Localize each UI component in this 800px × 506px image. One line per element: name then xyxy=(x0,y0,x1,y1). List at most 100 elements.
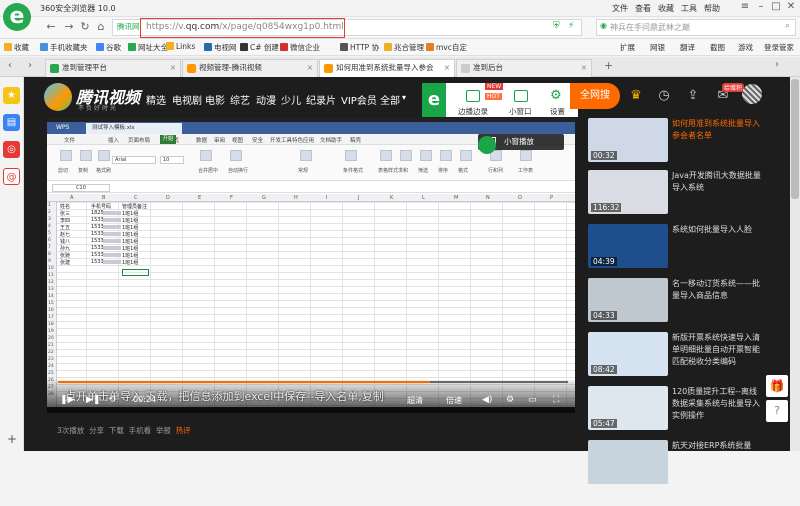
quality-button[interactable]: 超清 xyxy=(407,395,423,406)
tab-item[interactable]: 准到管理平台 × xyxy=(45,59,181,77)
nav-anime[interactable]: 动漫 xyxy=(256,92,276,107)
bookmark-right-bank[interactable]: 网银 xyxy=(650,42,665,53)
playlist-title[interactable]: 航天对接ERP系统批量 xyxy=(672,440,762,452)
bookmark-right-games[interactable]: 游戏 xyxy=(738,42,753,53)
tab-close-icon[interactable]: × xyxy=(444,60,450,76)
new-tab-icon[interactable]: + xyxy=(604,59,613,72)
record-icon[interactable] xyxy=(466,90,480,102)
playlist-thumbnail[interactable] xyxy=(588,440,668,484)
download-link[interactable]: 下载 xyxy=(109,426,124,435)
bookmark-item[interactable]: 手机收藏夹 xyxy=(40,42,88,53)
nav-movies[interactable]: 电影 xyxy=(205,92,225,107)
minimize-icon[interactable]: – xyxy=(754,1,768,12)
tab-list-menu-icon[interactable]: › xyxy=(775,59,779,70)
tab-item[interactable]: 准到后台 × xyxy=(456,59,592,77)
bookmark-item[interactable]: 谷歌 xyxy=(96,42,121,53)
email-icon[interactable]: @ xyxy=(3,168,20,185)
maximize-icon[interactable]: □ xyxy=(769,1,783,12)
bookmark-right-screenshot[interactable]: 截图 xyxy=(710,42,725,53)
menu-help[interactable]: 帮助 xyxy=(704,3,720,14)
plugin-settings-label[interactable]: 设置 xyxy=(550,106,565,117)
tabs-left-scroll-icon[interactable]: ‹ xyxy=(8,60,12,71)
playlist-title[interactable]: Java开发腾讯大数据批量导入系统 xyxy=(672,170,762,194)
menu-icon[interactable]: ≡ xyxy=(738,1,752,12)
nav-vip[interactable]: VIP会员 xyxy=(341,92,377,107)
sidebar-add-icon[interactable]: + xyxy=(7,432,17,446)
mini-window-icon[interactable] xyxy=(514,90,528,102)
history-icon[interactable]: ◷ xyxy=(656,88,672,104)
speed-icon[interactable]: ⚡ xyxy=(568,21,574,31)
nav-all-chevron-icon[interactable]: ▾ xyxy=(402,93,406,102)
nav-documentary[interactable]: 纪录片 xyxy=(306,92,336,107)
playlist-title[interactable]: 名一移动订货系统——批量导入商品信息 xyxy=(672,278,762,302)
nav-all[interactable]: 全部 xyxy=(380,92,400,107)
notes-icon[interactable]: ▤ xyxy=(3,114,20,131)
scrollbar-thumb[interactable] xyxy=(791,79,799,199)
bookmark-item[interactable]: 微信企业 xyxy=(280,42,320,53)
wps-redacted-cell xyxy=(103,246,121,250)
bookmark-item[interactable]: mvc自定 xyxy=(426,42,467,53)
search-icon[interactable]: ⌕ xyxy=(785,21,790,31)
bookmark-item[interactable]: 兆合管理 xyxy=(384,42,424,53)
tab-close-icon[interactable]: × xyxy=(170,60,176,76)
volume-icon[interactable]: ◀) xyxy=(482,395,492,405)
bookmark-item[interactable]: 收藏 xyxy=(4,42,29,53)
nav-kids[interactable]: 少儿 xyxy=(281,92,301,107)
gift-icon[interactable]: 🎁 xyxy=(766,375,788,397)
close-icon[interactable]: ✕ xyxy=(784,1,798,12)
playlist-item[interactable]: 航天对接ERP系统批量 xyxy=(588,440,768,506)
bookmark-right-login[interactable]: 登录管家 xyxy=(764,42,794,53)
play-icon[interactable]: ❚▶ xyxy=(60,395,74,405)
hot-comments-link[interactable]: 热评 xyxy=(176,426,191,435)
vip-crown-icon[interactable]: ♛ xyxy=(628,88,644,104)
back-icon[interactable]: ← xyxy=(44,20,58,34)
bookmark-item[interactable]: 电视网 xyxy=(204,42,237,53)
share-link[interactable]: 分享 xyxy=(89,426,104,435)
nav-tv[interactable]: 电视剧 xyxy=(172,92,202,107)
tabs-right-scroll-icon[interactable]: › xyxy=(28,60,32,71)
refresh-icon[interactable]: ↻ xyxy=(78,20,92,34)
favorites-star-icon[interactable]: ★ xyxy=(3,87,20,104)
playlist-title[interactable]: 120质量提升工程--离线数据采集系统与批量导入实例操作 xyxy=(672,386,762,422)
menu-view[interactable]: 查看 xyxy=(635,3,651,14)
tab-close-icon[interactable]: × xyxy=(581,60,587,76)
playlist-title[interactable]: 系统如何批量导入人脸 xyxy=(672,224,762,236)
menu-tools[interactable]: 工具 xyxy=(681,3,697,14)
bookmark-item[interactable]: 网址大全 xyxy=(128,42,168,53)
menu-file[interactable]: 文件 xyxy=(612,3,628,14)
report-link[interactable]: 举报 xyxy=(156,426,171,435)
widescreen-icon[interactable]: ▭ xyxy=(528,395,537,405)
avatar[interactable] xyxy=(742,84,762,104)
nav-featured[interactable]: 精选 xyxy=(146,92,166,107)
bookmark-item[interactable]: C# 创建 xyxy=(240,42,279,53)
plugin-record-label[interactable]: 边播边录 xyxy=(458,106,488,117)
bookmark-item[interactable]: Links xyxy=(166,42,195,51)
tab-item[interactable]: 如何用准到系统批量导入参会 × xyxy=(319,59,455,77)
bookmark-right-extensions[interactable]: 扩展 xyxy=(620,42,635,53)
mobile-link[interactable]: 手机看 xyxy=(129,426,152,435)
home-icon[interactable]: ⌂ xyxy=(94,20,108,34)
forward-icon[interactable]: → xyxy=(62,20,76,34)
speed-button[interactable]: 倍速 xyxy=(446,395,462,406)
wps-menu-item: 开发工具 xyxy=(270,138,293,144)
tencent-video-logo-icon[interactable] xyxy=(44,83,72,111)
playlist-title[interactable]: 如何用准到系统批量导入参会者名单 xyxy=(672,118,762,142)
menu-favorites[interactable]: 收藏 xyxy=(658,3,674,14)
settings-gear-icon[interactable]: ⚙ xyxy=(550,88,562,103)
playlist-title[interactable]: 新版开票系统快速导入清单明细批量自动开票智能匹配税收分类编码 xyxy=(672,332,762,368)
fullscreen-icon[interactable]: ⛶ xyxy=(553,395,559,405)
search-all-button[interactable]: 全网搜 xyxy=(570,83,620,109)
next-icon[interactable]: ▶❚ xyxy=(86,395,100,405)
tab-item[interactable]: 视频管理-腾讯视频 × xyxy=(182,59,318,77)
feedback-icon[interactable]: ? xyxy=(766,400,788,422)
search-engine-icon[interactable]: ◉ xyxy=(600,21,607,30)
plugin-mini-window-label[interactable]: 小窗口 xyxy=(509,106,532,117)
upload-icon[interactable]: ⇪ xyxy=(685,88,701,104)
nav-variety[interactable]: 综艺 xyxy=(230,92,250,107)
barrage-toggle-icon[interactable]: ⟲ xyxy=(108,395,116,405)
bookmark-item[interactable]: HTTP 协 xyxy=(340,42,379,53)
player-settings-icon[interactable]: ⚙ xyxy=(506,395,514,405)
weibo-icon[interactable]: ◎ xyxy=(3,141,20,158)
bookmark-right-translate[interactable]: 翻译 xyxy=(680,42,695,53)
tab-close-icon[interactable]: × xyxy=(307,60,313,76)
